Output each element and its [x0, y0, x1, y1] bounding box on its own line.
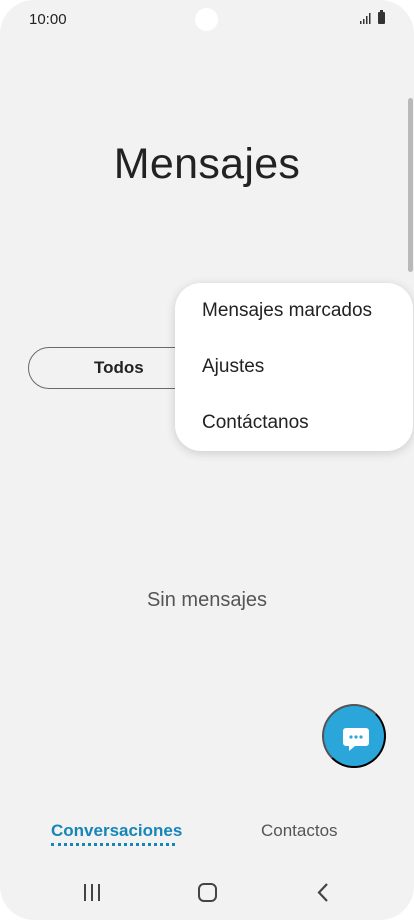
battery-icon	[378, 10, 385, 24]
tab-contactos[interactable]: Contactos	[261, 821, 338, 841]
menu-item-ajustes[interactable]: Ajustes	[202, 356, 264, 378]
active-tab-indicator	[51, 843, 175, 846]
new-message-icon	[343, 728, 369, 751]
overflow-menu: Mensajes marcados Ajustes Contáctanos	[175, 283, 413, 451]
empty-state-text: Sin mensajes	[146, 589, 268, 611]
back-icon[interactable]	[314, 883, 332, 902]
status-bar: 10:00	[0, 0, 414, 40]
status-time: 10:00	[29, 11, 67, 28]
recent-apps-icon[interactable]	[83, 884, 101, 901]
camera-cutout-icon	[195, 8, 218, 31]
tab-conversaciones[interactable]: Conversaciones	[51, 821, 182, 841]
new-message-button[interactable]	[322, 704, 386, 768]
phone-screen: 10:00 Mensajes Todos Mensajes marcados A…	[0, 0, 414, 920]
menu-item-mensajes-marcados[interactable]: Mensajes marcados	[202, 300, 372, 322]
page-title: Mensajes	[113, 140, 301, 188]
home-icon[interactable]	[198, 883, 217, 902]
menu-item-contactanos[interactable]: Contáctanos	[202, 412, 309, 434]
signal-icon	[360, 13, 371, 24]
